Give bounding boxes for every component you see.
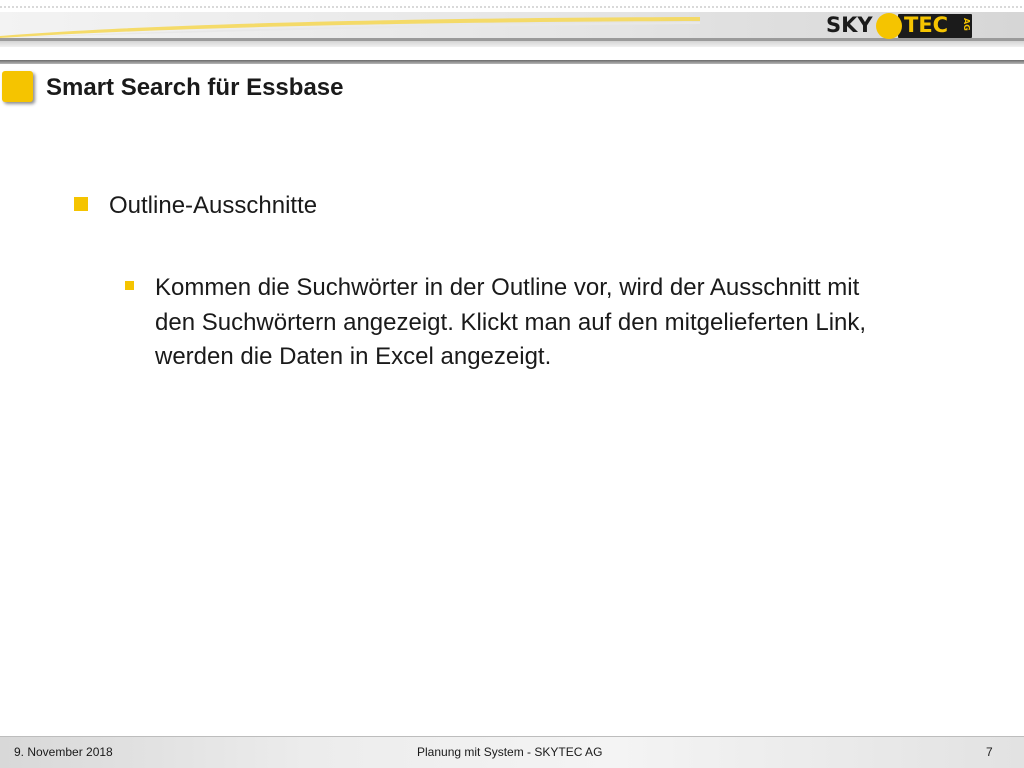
bullet-square-icon — [74, 197, 88, 211]
logo-suffix-ag: AG — [962, 18, 971, 31]
bullet-level2-text: Kommen die Suchwörter in der Outline vor… — [155, 271, 975, 375]
header-bottom-rule — [0, 60, 1024, 64]
header-rule-shade — [0, 41, 1024, 47]
logo-sun-icon — [876, 13, 902, 39]
footer-center-text: Planung mit System - SKYTEC AG — [417, 745, 603, 759]
header-swoosh — [0, 17, 700, 38]
sub-bullet-square-icon — [125, 281, 134, 290]
header-band: SKY TEC AG — [0, 0, 1024, 66]
footer-date: 9. November 2018 — [14, 745, 113, 759]
bullet-level2-line: Kommen die Suchwörter in der Outline vor… — [155, 274, 860, 301]
slide: SKY TEC AG Smart Search für Essbase Outl… — [0, 0, 1024, 768]
bullet-level2-line: den Suchwörtern angezeigt. Klickt man au… — [155, 308, 867, 336]
title-marker-icon — [2, 71, 33, 102]
header-dotted-line — [0, 6, 1024, 8]
logo-word-sky: SKY — [826, 13, 873, 37]
bullet-level2-line: werden die Daten in Excel angezeigt. — [155, 343, 552, 370]
footer-page-number: 7 — [986, 745, 993, 759]
skytec-logo: SKY TEC AG — [822, 11, 974, 41]
bullet-level1-text: Outline-Ausschnitte — [109, 192, 318, 219]
logo-word-tec: TEC — [904, 13, 949, 37]
slide-title: Smart Search für Essbase — [46, 74, 344, 101]
